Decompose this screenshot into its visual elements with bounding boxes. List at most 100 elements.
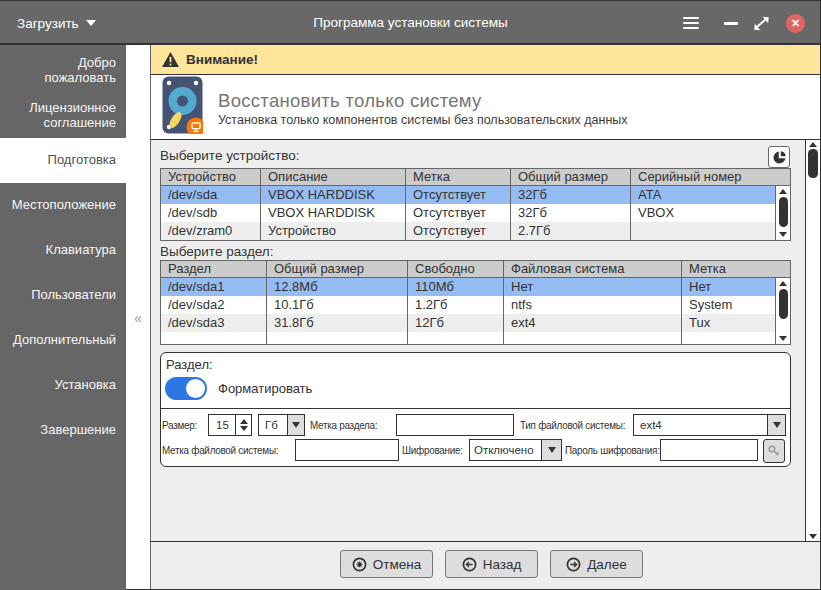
minimize-icon[interactable] <box>724 22 738 25</box>
password-input[interactable] <box>660 439 758 461</box>
sidebar-item-preparation[interactable]: Подготовка <box>0 138 126 183</box>
unit-dropdown-button[interactable] <box>287 415 304 435</box>
encryption-value: Отключено <box>474 440 534 460</box>
encryption-dropdown[interactable]: Отключено <box>469 439 562 461</box>
sidebar-item-welcome[interactable]: Добро пожаловать <box>0 48 126 93</box>
table-scrollbar-thumb[interactable] <box>779 289 788 319</box>
table-cell: /dev/sda2 <box>161 296 267 314</box>
partition-panel-label: Раздел: <box>166 357 213 372</box>
table-cell: /dev/sdb <box>161 204 261 222</box>
table-row[interactable]: /dev/zram0УстройствоОтсутствует2.7Гб <box>161 222 790 240</box>
encryption-label: Шифрование: <box>402 439 463 461</box>
encryption-dropdown-button[interactable] <box>541 440 561 460</box>
table-cell: Tux <box>682 314 776 332</box>
back-icon <box>462 557 477 572</box>
column-header[interactable]: Файловая система <box>504 261 682 277</box>
scroll-up-icon[interactable] <box>809 142 817 147</box>
scroll-up-icon[interactable] <box>779 189 787 194</box>
sidebar-item-keyboard[interactable]: Клавиатура <box>0 228 126 273</box>
table-cell: 2.7Гб <box>511 222 631 240</box>
fs-label-input[interactable] <box>295 439 399 461</box>
scroll-down-icon[interactable] <box>779 232 787 237</box>
warning-banner: Внимание! <box>151 45 820 75</box>
sidebar-item-location[interactable]: Местоположение <box>0 183 126 228</box>
show-password-button[interactable] <box>763 439 785 463</box>
back-label: Назад <box>483 557 522 572</box>
table-cell: 32Гб <box>511 204 631 222</box>
scroll-down-icon[interactable] <box>779 336 787 341</box>
panel-divider <box>161 408 790 409</box>
column-header[interactable]: Свободно <box>408 261 504 277</box>
table-row[interactable]: /dev/sda210.1Гб1.2ГбntfsSystem <box>161 296 790 314</box>
table-scrollbar[interactable] <box>775 278 790 344</box>
table-scrollbar-thumb[interactable] <box>779 197 788 227</box>
table-row[interactable]: /dev/sdbVBOX HARDDISKОтсутствует32ГбVBOX <box>161 204 790 222</box>
main-scrollbar-thumb[interactable] <box>808 149 818 178</box>
size-spinner-buttons[interactable] <box>235 415 251 435</box>
cancel-button[interactable]: Отмена <box>340 550 433 578</box>
chevron-down-icon <box>773 422 781 428</box>
warning-icon <box>162 52 179 67</box>
spin-up-icon <box>240 419 248 424</box>
partition-section-label: Выберите раздел: <box>160 244 273 259</box>
column-header[interactable]: Раздел <box>161 261 267 277</box>
load-dropdown-button[interactable]: Загрузить <box>17 14 96 32</box>
table-cell: 10.1Гб <box>267 296 408 314</box>
table-cell: /dev/sda <box>161 186 261 204</box>
sidebar-item-additional[interactable]: Дополнительный <box>0 318 126 363</box>
chevron-down-icon <box>548 447 556 453</box>
next-button[interactable]: Далее <box>550 550 643 578</box>
sidebar-collapse-strip[interactable]: « <box>126 45 151 590</box>
column-header[interactable]: Общий размер <box>267 261 408 277</box>
column-header[interactable]: Серийный номер <box>631 169 777 185</box>
table-header-row: РазделОбщий размерСвободноФайловая систе… <box>161 261 790 278</box>
table-cell: 12Гб <box>408 314 504 332</box>
table-row[interactable]: /dev/sda112.8Мб110МбНетНет <box>161 278 790 296</box>
unit-dropdown[interactable]: Гб <box>258 414 305 436</box>
column-header[interactable]: Описание <box>261 169 406 185</box>
table-cell: Нет <box>682 278 776 296</box>
column-header[interactable]: Метка <box>682 261 776 277</box>
partition-label-input[interactable] <box>396 414 514 436</box>
table-cell: 12.8Мб <box>267 278 408 296</box>
size-spinner[interactable]: 15 <box>208 414 252 436</box>
table-cell: ext4 <box>504 314 682 332</box>
table-row[interactable]: /dev/sdaVBOX HARDDISKОтсутствует32ГбATA <box>161 186 790 204</box>
close-button[interactable]: ✕ <box>786 14 805 33</box>
format-toggle[interactable] <box>165 377 207 400</box>
column-header[interactable]: Метка <box>406 169 511 185</box>
table-cell <box>631 222 777 240</box>
table-cell: ntfs <box>504 296 682 314</box>
fs-type-dropdown[interactable]: ext4 <box>633 414 786 436</box>
column-divider <box>260 186 261 240</box>
column-divider <box>681 278 682 344</box>
table-cell: VBOX HARDDISK <box>261 204 406 222</box>
scroll-up-icon[interactable] <box>779 281 787 286</box>
sidebar-item-license[interactable]: Лицензионное соглашение <box>0 93 126 138</box>
table-scrollbar[interactable] <box>775 186 790 240</box>
column-divider <box>405 186 406 240</box>
title-bar: Программа установки системы Загрузить ✕ <box>0 0 821 45</box>
chevron-down-icon <box>86 20 96 26</box>
installer-window: Программа установки системы Загрузить ✕ … <box>0 0 821 590</box>
fs-type-dropdown-button[interactable] <box>767 415 785 435</box>
table-cell: 31.8Гб <box>267 314 408 332</box>
fs-type-label: Тип файловой системы: <box>520 414 625 436</box>
sidebar-item-users[interactable]: Пользователи <box>0 273 126 318</box>
table-row[interactable]: /dev/sda331.8Гб12Гбext4Tux <box>161 314 790 332</box>
page-title: Восстановить только систему <box>218 90 482 112</box>
column-header[interactable]: Общий размер <box>511 169 631 185</box>
back-button[interactable]: Назад <box>445 550 538 578</box>
table-cell: Отсутствует <box>406 186 511 204</box>
sidebar-item-install[interactable]: Установка <box>0 363 126 408</box>
scroll-down-icon[interactable] <box>809 534 817 539</box>
table-cell: 32Гб <box>511 186 631 204</box>
disk-usage-button[interactable] <box>768 146 790 168</box>
main-scrollbar[interactable] <box>805 140 820 541</box>
maximize-icon[interactable] <box>751 14 772 33</box>
table-cell: /dev/sda1 <box>161 278 267 296</box>
menu-icon[interactable] <box>683 17 699 29</box>
collapse-chevron-icon: « <box>134 310 142 326</box>
column-header[interactable]: Устройство <box>161 169 261 185</box>
sidebar-item-finish[interactable]: Завершение <box>0 408 126 453</box>
